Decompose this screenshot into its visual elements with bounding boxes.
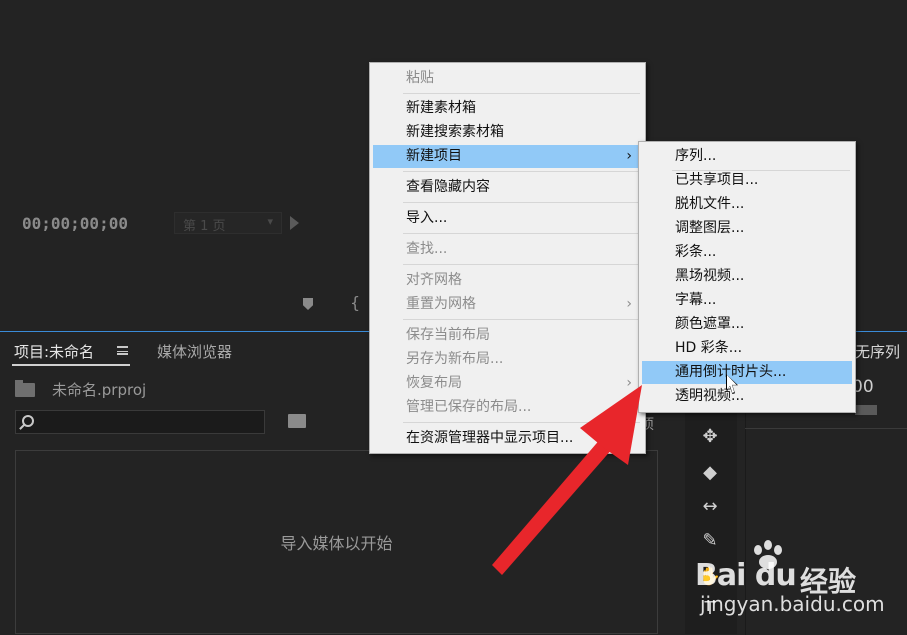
- timeline-divider: [745, 428, 907, 429]
- menu-item-new-bin[interactable]: 新建素材箱: [373, 97, 642, 120]
- submenu-item-offline-file[interactable]: 脱机文件...: [642, 193, 852, 216]
- menu-item-save-as-layout[interactable]: 另存为新布局...: [373, 348, 642, 371]
- panel-menu-icon[interactable]: [117, 346, 128, 355]
- menu-separator: [403, 264, 640, 265]
- submenu-item-black-video[interactable]: 黑场视频...: [642, 265, 852, 288]
- submenu-item-shared-project[interactable]: 已共享项目...: [642, 169, 852, 192]
- project-file-name: 未命名.prproj: [52, 381, 147, 399]
- menu-item-align-grid[interactable]: 对齐网格: [373, 269, 642, 292]
- menu-item-view-hidden[interactable]: 查看隐藏内容: [373, 176, 642, 199]
- pen-icon[interactable]: ✎: [697, 530, 723, 552]
- menu-item-import[interactable]: 导入...: [373, 207, 642, 230]
- timeline-tools-icon[interactable]: [855, 405, 877, 415]
- slip-icon[interactable]: ↔: [697, 496, 723, 518]
- submenu-item-sequence[interactable]: 序列...: [642, 145, 852, 168]
- mark-in-icon[interactable]: {: [350, 293, 360, 312]
- menu-separator: [403, 319, 640, 320]
- submenu-item-captions[interactable]: 字幕...: [642, 289, 852, 312]
- watermark-url: jingyan.baidu.com: [700, 592, 885, 616]
- red-arrow-annotation: [492, 385, 642, 575]
- chevron-right-icon: ›: [626, 148, 632, 164]
- search-input[interactable]: [15, 410, 265, 434]
- folder-icon: [15, 380, 35, 397]
- watermark-logo: Bai du: [695, 558, 797, 593]
- tab-media-browser[interactable]: 媒体浏览器: [157, 341, 232, 362]
- menu-item-reset-grid[interactable]: 重置为网格 ›: [373, 293, 642, 316]
- menu-separator: [403, 171, 640, 172]
- page-select[interactable]: 第 1 页 ▾: [174, 212, 282, 234]
- menu-separator: [403, 93, 640, 94]
- menu-item-paste[interactable]: 粘贴: [373, 67, 642, 90]
- search-icon: [22, 415, 34, 427]
- submenu-item-bars[interactable]: 彩条...: [642, 241, 852, 264]
- active-tab-underline: [12, 364, 130, 366]
- track-select-icon[interactable]: ✥: [697, 426, 723, 448]
- timecode-display[interactable]: 00;00;00;00: [22, 214, 128, 233]
- tab-sequence[interactable]: 无序列: [855, 341, 900, 362]
- submenu-item-color-matte[interactable]: 颜色遮罩...: [642, 313, 852, 336]
- submenu-item-adjustment-layer[interactable]: 调整图层...: [642, 217, 852, 240]
- menu-item-new-search-bin[interactable]: 新建搜索素材箱: [373, 121, 642, 144]
- chevron-right-icon: ›: [626, 296, 632, 312]
- page-select-value: 第 1 页: [183, 219, 226, 234]
- new-search-bin-icon[interactable]: [288, 414, 306, 428]
- razor-icon[interactable]: ◆: [697, 462, 723, 484]
- menu-separator: [403, 233, 640, 234]
- menu-item-new-item[interactable]: 新建项目 ›: [373, 145, 642, 168]
- tab-project[interactable]: 项目:未命名: [14, 341, 94, 362]
- menu-item-find[interactable]: 查找...: [373, 238, 642, 261]
- submenu-item-hd-bars[interactable]: HD 彩条...: [642, 337, 852, 360]
- menu-item-save-layout[interactable]: 保存当前布局: [373, 324, 642, 347]
- chevron-down-icon: ▾: [267, 215, 273, 228]
- menu-separator: [403, 202, 640, 203]
- arrow-shaft: [492, 430, 620, 575]
- play-icon[interactable]: [290, 216, 299, 230]
